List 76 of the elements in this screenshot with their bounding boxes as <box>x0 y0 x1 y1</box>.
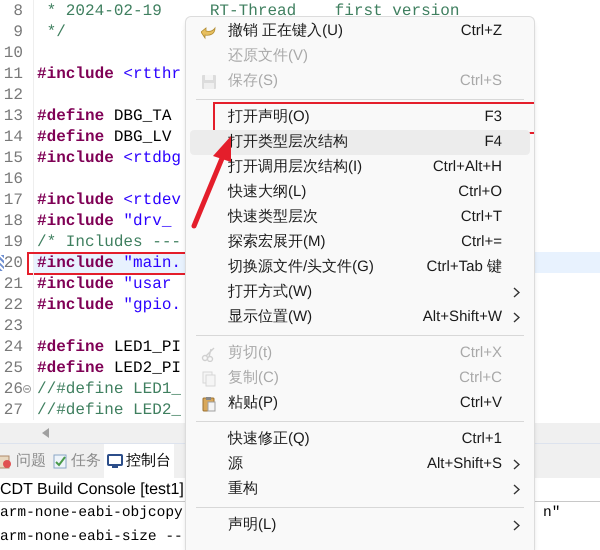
shortcut-label: Ctrl+T <box>460 207 502 228</box>
console-line: arm-none-eabi-size -- <box>0 528 183 548</box>
line-number: 16 <box>4 168 23 190</box>
monitor-icon <box>107 452 123 469</box>
code-line: #define LED2_PI <box>37 358 182 378</box>
line-number: 27 <box>4 400 23 420</box>
menu-item[interactable]: 重构 <box>190 477 530 502</box>
menu-item[interactable]: 打开调用层次结构(I) Ctrl+Alt+H <box>190 155 530 180</box>
code-line: #include <rtdev <box>37 190 182 210</box>
menu-item[interactable]: 声明(L) <box>190 513 530 538</box>
shortcut-label: Ctrl+O <box>458 182 502 202</box>
code-line: * 2024-02-19 RT-Thread first version <box>46 0 460 22</box>
code-line: //#define LED2_ <box>37 400 182 420</box>
code-line: #include "drv_ <box>37 210 172 232</box>
menu-item[interactable]: 快速类型层次 Ctrl+T <box>190 205 530 230</box>
shortcut-label: Ctrl+S <box>460 71 502 92</box>
fold-icon[interactable] <box>23 385 31 393</box>
line-number: 14 <box>4 126 23 148</box>
console-text: n" <box>543 504 560 524</box>
shortcut-label: F3 <box>484 107 502 128</box>
shortcut-label: Alt+Shift+S <box>426 454 502 474</box>
code-line: #define LED1_PI <box>37 336 182 358</box>
code-line: #include "main. <box>37 252 182 274</box>
line-number: 10 <box>4 42 23 64</box>
scissors-icon <box>201 346 217 362</box>
line-number: 9 <box>13 22 23 42</box>
menu-item[interactable]: 撤销 正在键入(U) Ctrl+Z <box>190 19 530 44</box>
line-number: 8 <box>13 0 23 22</box>
console-line: arm-none-eabi-objcopy <box>0 504 183 524</box>
menu-item[interactable]: 探索宏展开(M) Ctrl+= <box>190 230 530 255</box>
line-number: 24 <box>4 336 23 358</box>
menu-item[interactable]: 快速修正(Q) Ctrl+1 <box>190 427 530 452</box>
line-number: 22 <box>4 294 23 316</box>
menu-item[interactable]: 粘贴(P) Ctrl+V <box>190 391 530 416</box>
shortcut-label: Ctrl+C <box>459 368 502 388</box>
copy-icon <box>201 370 217 386</box>
console-title: CDT Build Console [test1] <box>0 480 184 500</box>
code-line: #include <rtdbg <box>37 148 182 168</box>
line-number: 11 <box>4 64 23 84</box>
menu-item[interactable]: 显示位置(W) Alt+Shift+W <box>190 305 530 330</box>
shortcut-label: Ctrl+Alt+H <box>432 157 502 178</box>
shortcut-label: Ctrl+V <box>460 393 502 414</box>
code-line: #define DBG_TA <box>37 106 172 126</box>
code-line: /* Includes --- <box>37 232 182 252</box>
line-number: 26 <box>4 378 23 400</box>
line-number: 21 <box>4 274 23 294</box>
line-number: 20 <box>4 252 23 274</box>
menu-item[interactable]: 源 Alt+Shift+S <box>190 452 530 477</box>
panel-tab[interactable]: 控制台 <box>104 444 174 478</box>
shortcut-label: Ctrl+1 <box>462 429 502 450</box>
line-number: 23 <box>4 316 23 336</box>
clipboard-icon <box>201 396 217 412</box>
code-line: #include <rtthr <box>37 64 182 84</box>
line-number: 17 <box>4 190 23 210</box>
shortcut-label: Alt+Shift+W <box>422 307 502 328</box>
line-number: 25 <box>4 358 23 378</box>
code-line: #include "usar <box>37 274 172 294</box>
shortcut-label: F4 <box>484 132 502 152</box>
shortcut-label: Ctrl+= <box>461 232 502 252</box>
code-line: #include "gpio. <box>37 294 182 316</box>
menu-item[interactable]: 切换源文件/头文件(G) Ctrl+Tab 键 <box>190 255 530 280</box>
shortcut-label: Ctrl+X <box>460 343 502 364</box>
warning-icon <box>0 452 13 469</box>
code-line: #define DBG_LV <box>37 126 172 148</box>
line-number: 19 <box>4 232 23 252</box>
checklist-icon <box>52 452 68 469</box>
code-line: //#define LED1_ <box>37 378 182 400</box>
shortcut-label: Ctrl+Tab 键 <box>426 257 502 278</box>
menu-item[interactable]: 快速大纲(L) Ctrl+O <box>190 180 530 205</box>
line-number: 13 <box>4 106 23 126</box>
code-line: */ <box>46 22 66 42</box>
shortcut-label: Ctrl+Z <box>460 21 502 42</box>
line-number: 15 <box>4 148 23 168</box>
line-number: 12 <box>4 84 23 106</box>
line-number: 18 <box>4 210 23 232</box>
menu-item[interactable]: 打开方式(W) <box>190 280 530 305</box>
